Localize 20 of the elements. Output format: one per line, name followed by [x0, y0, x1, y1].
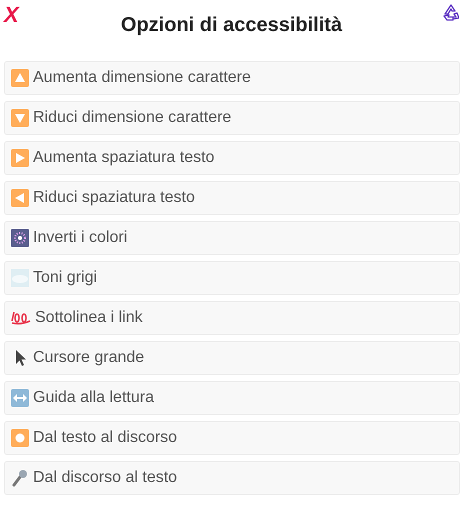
hundred-points-icon: [11, 309, 31, 327]
fog-icon: [11, 269, 29, 287]
recycle-icon[interactable]: [443, 4, 459, 21]
option-button[interactable]: Aumenta spaziatura testo: [4, 141, 460, 175]
option-button[interactable]: Sottolinea i link: [4, 301, 460, 335]
option-button[interactable]: Dal discorso al testo: [4, 461, 460, 495]
fireworks-icon: [11, 229, 29, 247]
option-button[interactable]: Guida alla lettura: [4, 381, 460, 415]
option-button[interactable]: Toni grigi: [4, 261, 460, 295]
option-button[interactable]: Cursore grande: [4, 341, 460, 375]
close-button[interactable]: X: [0, 0, 19, 28]
option-button[interactable]: Riduci dimensione carattere: [4, 101, 460, 135]
record-icon: [11, 429, 29, 447]
dialog-title: Opzioni di accessibilità: [120, 14, 344, 37]
play-icon: [11, 149, 29, 167]
microphone-icon: [11, 469, 29, 487]
option-button[interactable]: Riduci spaziatura testo: [4, 181, 460, 215]
option-button[interactable]: Inverti i colori: [4, 221, 460, 255]
option-button[interactable]: Dal testo al discorso: [4, 421, 460, 455]
option-button[interactable]: Aumenta dimensione carattere: [4, 61, 460, 95]
